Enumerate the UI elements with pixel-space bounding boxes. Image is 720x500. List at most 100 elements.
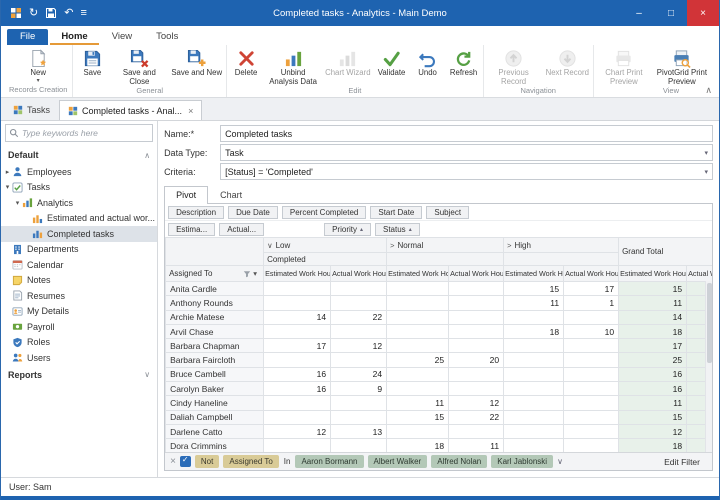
pivot-row-name[interactable]: Barbara Chapman [166,339,264,353]
filter-funnel-icon[interactable] [243,270,251,278]
sidebar-item-users[interactable]: Users [1,350,157,366]
pivot-row-name[interactable]: Anita Cardle [166,282,264,296]
pivot-row-name[interactable]: Dora Crimmins [166,439,264,452]
sidebar-item-tasks[interactable]: ▾Tasks [1,180,157,196]
criteria-dropdown[interactable]: [Status] = 'Completed' ▾ [220,163,713,180]
data-type-dropdown[interactable]: Task ▾ [220,144,713,161]
sidebar-item-departments[interactable]: Departments [1,242,157,258]
sidebar-item-calendar[interactable]: Calendar [1,257,157,273]
tab-close-icon[interactable]: × [188,106,193,116]
app-logo-icon[interactable] [10,7,22,19]
vertical-scrollbar[interactable] [705,281,712,452]
pivot-row-name[interactable]: Archie Matese [166,310,264,324]
filter-values-dropdown-icon[interactable]: ∨ [557,457,563,466]
expand-collapse-icon[interactable]: ∨ [267,241,273,250]
pivot-column-field-priority[interactable]: Priority▴ [324,223,371,236]
search-box[interactable] [5,124,153,142]
ribbon-button-new[interactable]: New▾ [20,46,56,85]
chevron-icon[interactable]: ∨ [144,370,150,379]
pivot-filter-field-subject[interactable]: Subject [426,206,469,219]
ribbon-button-validate[interactable]: Validate [374,46,410,86]
maximize-button[interactable]: □ [655,0,687,26]
pivot-row-name[interactable]: Barbara Faircloth [166,353,264,367]
sidebar-item-roles[interactable]: Roles [1,335,157,351]
ribbon-tab-file[interactable]: File [7,29,48,45]
pivot-column-group-normal[interactable]: >Normal [387,238,504,253]
pivot-column-field-status[interactable]: Status▴ [375,223,420,236]
sidebar-item-estimated-and-actual-wor[interactable]: Estimated and actual wor... [1,211,157,227]
titlebar[interactable]: ↻ ↶ ≡ Completed tasks - Analytics - Main… [1,0,719,26]
tab-chart[interactable]: Chart [208,186,254,203]
pivot-row-name[interactable]: Darlene Catto [166,424,264,438]
document-tab-completed-tasks-anal[interactable]: Completed tasks - Anal...× [59,100,202,120]
pivot-measure-header[interactable]: Estimated Work Hours [264,266,331,282]
pivot-filter-field-due-date[interactable]: Due Date [228,206,278,219]
pivot-row-name[interactable]: Carolyn Baker [166,382,264,396]
qat-menu-icon[interactable]: ≡ [80,8,86,19]
ribbon-button-save-and-close[interactable]: Save and Close [110,46,168,86]
pivot-measure-header[interactable]: Estimated Work Hours [504,266,564,282]
pivot-measure-header[interactable]: Actual Work Hours [564,266,619,282]
sidebar-item-completed-tasks[interactable]: Completed tasks [1,226,157,242]
ribbon-button-save-and-new[interactable]: Save and New [168,46,225,86]
pivot-measure-header[interactable]: Estimated Work Hours [387,266,449,282]
pivot-row-name[interactable]: Cindy Haneline [166,396,264,410]
pivot-measure-header[interactable]: Actual Work Hours [331,266,387,282]
filter-value-chip-alfred-nolan[interactable]: Alfred Nolan [431,455,487,468]
minimize-button[interactable]: – [623,0,655,26]
filter-chip-assigned-to[interactable]: Assigned To [223,455,278,468]
clear-filter-button[interactable]: × [170,457,176,467]
ribbon-tab-tools[interactable]: Tools [145,29,189,45]
name-input[interactable] [220,125,713,142]
qat-save-icon[interactable] [45,7,57,19]
sidebar-group-reports[interactable]: Reports∨ [1,366,157,384]
tab-pivot[interactable]: Pivot [164,186,208,204]
scrollbar-thumb[interactable] [707,283,712,363]
pivot-filter-field-percent-completed[interactable]: Percent Completed [282,206,366,219]
pivot-row-name[interactable]: Anthony Rounds [166,296,264,310]
document-tab-tasks[interactable]: Tasks [5,100,58,120]
pivot-column-group-low[interactable]: ∨Low [264,238,387,253]
filter-value-chip-aaron-bormann[interactable]: Aaron Bormann [295,455,363,468]
sidebar-item-my-details[interactable]: My Details [1,304,157,320]
tree-expander-icon[interactable]: ▾ [13,199,22,207]
sidebar-group-default[interactable]: Default∧ [1,146,157,164]
search-input[interactable] [19,128,149,138]
qat-undo-icon[interactable]: ↶ [64,8,73,19]
pivot-column-group-high[interactable]: >High [504,238,619,253]
sidebar-item-resumes[interactable]: Resumes [1,288,157,304]
chevron-down-icon[interactable]: ▾ [253,269,257,278]
pivot-row-field-assigned-to[interactable]: Assigned To▾ [166,266,264,282]
ribbon-button-refresh[interactable]: Refresh [446,46,482,86]
pivot-measure-header[interactable]: Actual Work Hours [449,266,504,282]
ribbon-button-unbind-analysis-data[interactable]: Unbind Analysis Data [264,46,322,86]
sidebar-item-payroll[interactable]: Payroll [1,319,157,335]
filter-chip-not[interactable]: Not [195,455,219,468]
ribbon-collapse-button[interactable]: ∧ [705,85,712,96]
ribbon-tab-home[interactable]: Home [50,29,98,45]
pivot-measure-header[interactable]: Estimated Work Hours [619,266,687,282]
sidebar-item-analytics[interactable]: ▾Analytics [1,195,157,211]
sidebar-item-employees[interactable]: ▸Employees [1,164,157,180]
ribbon-button-undo[interactable]: Undo [410,46,446,86]
pivot-filter-field-description[interactable]: Description [168,206,224,219]
pivot-data-field-actual[interactable]: Actual... [219,223,264,236]
ribbon-button-close[interactable]: Close [711,46,719,86]
ribbon-button-save[interactable]: Save [74,46,110,86]
expand-collapse-icon[interactable]: > [507,241,511,250]
pivot-status-header[interactable]: Completed [264,253,387,266]
pivot-measure-header[interactable]: Actual Work Hours [687,266,712,282]
chevron-icon[interactable]: ∧ [144,151,150,160]
ribbon-button-pivotgrid-print-preview[interactable]: PivotGrid Print Preview [653,46,711,86]
tree-expander-icon[interactable]: ▾ [3,183,12,191]
pivot-row-name[interactable]: Arvil Chase [166,324,264,338]
edit-filter-button[interactable]: Edit Filter [657,456,707,468]
filter-value-chip-albert-walker[interactable]: Albert Walker [368,455,428,468]
pivot-filter-field-start-date[interactable]: Start Date [370,206,422,219]
expand-collapse-icon[interactable]: > [390,241,394,250]
pivot-row-name[interactable]: Bruce Cambell [166,367,264,381]
filter-enabled-checkbox[interactable] [180,456,191,467]
qat-refresh-icon[interactable]: ↻ [29,8,38,19]
ribbon-button-delete[interactable]: Delete [228,46,264,86]
tree-expander-icon[interactable]: ▸ [3,168,12,176]
